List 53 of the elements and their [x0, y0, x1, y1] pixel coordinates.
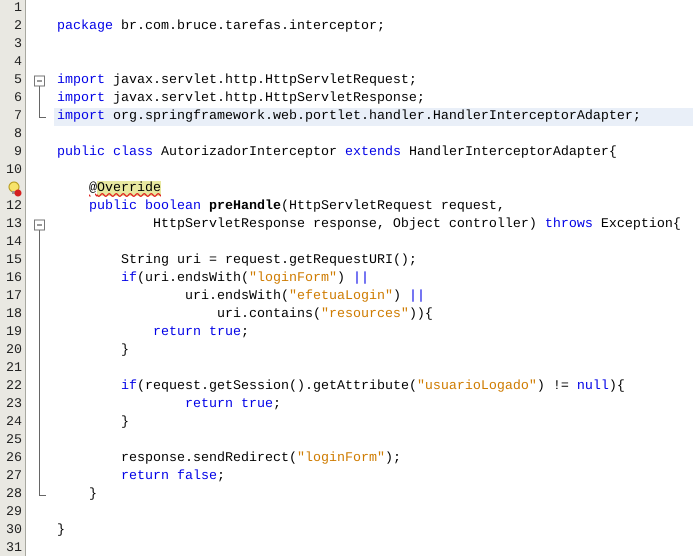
- line-number: 18: [6, 306, 22, 324]
- line-number: 16: [6, 270, 22, 288]
- line-number: 21: [6, 360, 22, 378]
- code-line: package br.com.bruce.tarefas.interceptor;: [57, 19, 385, 34]
- line-number: 23: [6, 396, 22, 414]
- code-line: if(request.getSession().getAttribute("usuarioLogado") != null){: [121, 379, 625, 394]
- line-number: 30: [6, 522, 22, 540]
- code-line: if(uri.endsWith("loginForm") ||: [121, 271, 369, 286]
- code-line: import javax.servlet.http.HttpServletRequest;: [57, 73, 417, 88]
- code-line: uri.contains("resources")){: [216, 307, 433, 322]
- lightbulb-error-icon[interactable]: [8, 181, 22, 197]
- line-number: 28: [6, 486, 22, 504]
- line-number: 1: [14, 0, 22, 18]
- code-line: }: [57, 523, 65, 538]
- line-number: 29: [6, 504, 22, 522]
- code-line: import org.springframework.web.portlet.handler.HandlerInterceptorAdapter;: [57, 109, 641, 124]
- code-line: }: [89, 487, 97, 502]
- code-line: }: [121, 343, 129, 358]
- line-number: 13: [6, 216, 22, 234]
- line-number: 2: [14, 18, 22, 36]
- line-number: 7: [14, 108, 22, 126]
- line-number: 25: [6, 432, 22, 450]
- line-number: 20: [6, 342, 22, 360]
- line-number: 9: [14, 144, 22, 162]
- line-number: 10: [6, 162, 22, 180]
- line-number: 19: [6, 324, 22, 342]
- code-line: return true;: [184, 397, 281, 412]
- code-line: @Override: [89, 181, 161, 196]
- line-number: 17: [6, 288, 22, 306]
- line-number: 26: [6, 450, 22, 468]
- line-number: 31: [6, 540, 22, 556]
- code-line: response.sendRedirect("loginForm");: [121, 451, 401, 466]
- line-number: 14: [6, 234, 22, 252]
- code-line: public boolean preHandle(HttpServletRequest request,: [89, 199, 505, 214]
- code-editor[interactable]: [0, 0, 693, 556]
- line-number: 15: [6, 252, 22, 270]
- code-line: return true;: [152, 325, 249, 340]
- line-number: 27: [6, 468, 22, 486]
- line-number: 5: [14, 72, 22, 90]
- line-number: 3: [14, 36, 22, 54]
- code-line: uri.endsWith("efetuaLogin") ||: [184, 289, 425, 304]
- line-number: 4: [14, 54, 22, 72]
- line-number: 12: [6, 198, 22, 216]
- line-number: 8: [14, 126, 22, 144]
- line-number: 24: [6, 414, 22, 432]
- code-line: import javax.servlet.http.HttpServletResponse;: [57, 91, 425, 106]
- line-number: 6: [14, 90, 22, 108]
- code-line: return false;: [121, 469, 225, 484]
- code-line: String uri = request.getRequestURI();: [121, 253, 417, 268]
- code-line: public class AutorizadorInterceptor extends HandlerInterceptorAdapter{: [57, 145, 617, 160]
- line-number: 22: [6, 378, 22, 396]
- code-line: }: [121, 415, 129, 430]
- code-line: HttpServletResponse response, Object controller) throws Exception{: [152, 217, 681, 232]
